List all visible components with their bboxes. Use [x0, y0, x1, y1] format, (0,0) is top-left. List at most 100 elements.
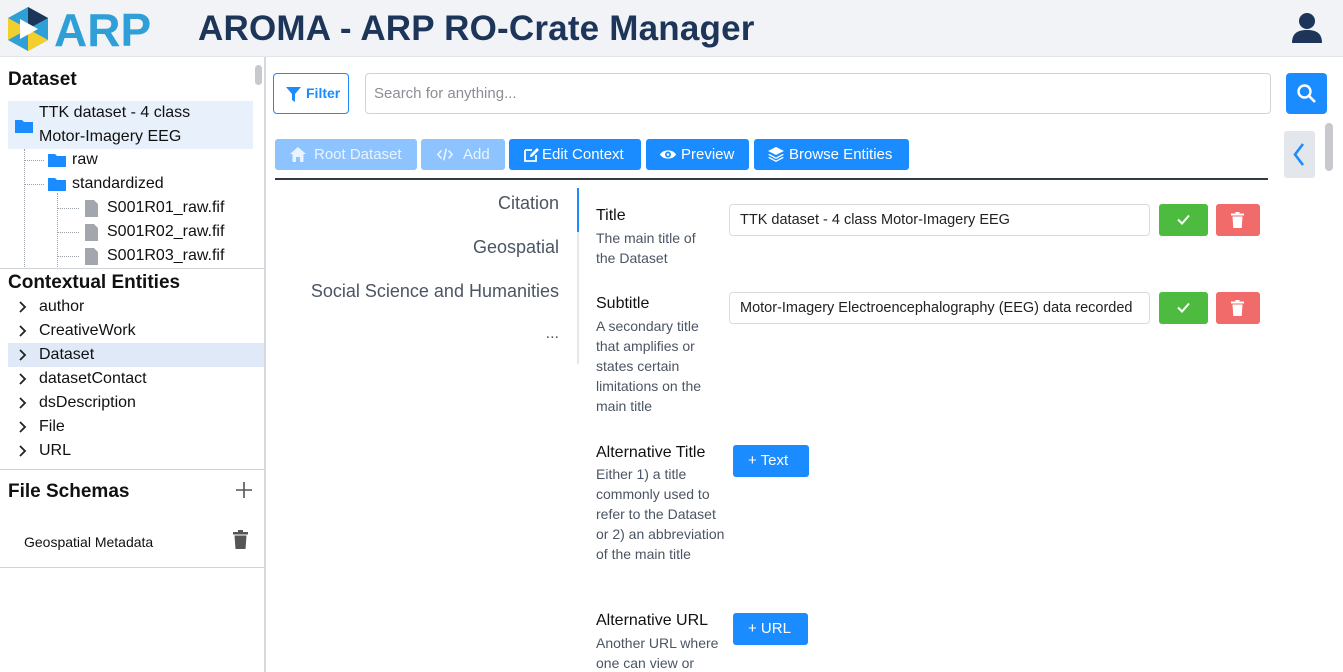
entity-group-label: dsDescription: [39, 394, 136, 411]
entity-group-label: datasetContact: [39, 370, 147, 387]
title-save-button[interactable]: [1159, 204, 1208, 236]
browse-entities-label: Browse Entities: [789, 146, 893, 163]
entity-group-creativework[interactable]: CreativeWork: [8, 319, 264, 343]
tree-folder-label: raw: [72, 151, 98, 168]
file-icon: [85, 224, 98, 241]
entity-group-label: author: [39, 298, 85, 315]
root-dataset-button[interactable]: Root Dataset: [275, 139, 417, 170]
tree-guide: [24, 149, 25, 268]
entity-group-label: CreativeWork: [39, 322, 136, 339]
entity-group-file[interactable]: File: [8, 415, 264, 439]
arp-logo[interactable]: ARP: [6, 6, 186, 52]
subtitle-field-label: Subtitle: [596, 295, 650, 312]
user-account-icon[interactable]: [1290, 11, 1324, 45]
tree-guide: [57, 256, 79, 257]
category-more[interactable]: ...: [546, 325, 559, 343]
tree-guide: [57, 232, 79, 233]
file-icon: [85, 200, 98, 217]
add-url-label: + URL: [748, 620, 791, 637]
trash-icon: [1231, 212, 1244, 228]
preview-label: Preview: [681, 146, 735, 163]
tree-root-label-line2: Motor-Imagery EEG: [39, 128, 182, 145]
app-title: AROMA - ARP RO-Crate Manager: [198, 9, 755, 48]
tree-guide: [24, 160, 44, 161]
entity-group-url[interactable]: URL: [8, 439, 264, 463]
tree-guide: [24, 184, 44, 185]
add-schema-icon[interactable]: [236, 482, 252, 498]
chevron-right-icon: [19, 349, 27, 361]
entity-group-dsdescription[interactable]: dsDescription: [8, 391, 264, 415]
add-text-button[interactable]: + Text: [733, 445, 809, 477]
subtitle-input[interactable]: [729, 292, 1150, 324]
content-scrollbar[interactable]: [1325, 123, 1333, 171]
chevron-right-icon: [19, 445, 27, 457]
subtitle-field-description: A secondary title that amplifies or stat…: [596, 318, 702, 414]
entity-group-label: File: [39, 418, 65, 435]
tree-guide: [57, 193, 58, 268]
tree-file-label: S001R01_raw.fif: [107, 199, 225, 216]
alt-url-field-description: Another URL where one can view or: [596, 635, 719, 671]
tree-root-label-line1: TTK dataset - 4 class: [39, 104, 191, 121]
search-input[interactable]: [365, 73, 1271, 114]
dataset-tree-panel: Dataset TTK dataset - 4 class Motor-Imag…: [0, 57, 264, 269]
entities-panel-title: Contextual Entities: [8, 272, 181, 293]
app-header: ARP AROMA - ARP RO-Crate Manager: [0, 0, 1343, 57]
add-text-label: + Text: [748, 452, 789, 469]
file-icon: [85, 248, 98, 265]
tree-scrollbar[interactable]: [255, 65, 262, 85]
entity-group-dataset[interactable]: Dataset: [8, 343, 264, 367]
filter-button-label: Filter: [306, 85, 341, 101]
category-citation[interactable]: Citation: [498, 193, 559, 214]
trash-icon: [1231, 300, 1244, 316]
toolbar-divider: [275, 178, 1268, 180]
title-delete-button[interactable]: [1216, 204, 1260, 236]
edit-context-button[interactable]: Edit Context: [509, 139, 641, 170]
layers-icon: [768, 147, 784, 162]
folder-icon: [15, 120, 33, 133]
title-input[interactable]: [729, 204, 1150, 236]
tree-folder-label: standardized: [72, 175, 164, 192]
dataset-panel-title: Dataset: [8, 69, 77, 90]
collapse-panel-button[interactable]: [1284, 131, 1315, 178]
folder-icon: [48, 154, 66, 167]
add-url-button[interactable]: + URL: [733, 613, 808, 645]
search-button[interactable]: [1286, 73, 1327, 114]
add-button-label: Add: [463, 146, 490, 163]
title-field-label: Title: [596, 207, 626, 224]
code-icon: [437, 148, 453, 161]
entity-group-author[interactable]: author: [8, 295, 264, 319]
category-rail-active: [577, 188, 579, 232]
entity-group-label: Dataset: [39, 346, 95, 363]
alt-title-field-description: Either 1) a title commonly used to refer…: [596, 466, 725, 562]
alt-url-field-label: Alternative URL: [596, 612, 709, 629]
left-sidebar: Dataset TTK dataset - 4 class Motor-Imag…: [0, 57, 266, 672]
preview-button[interactable]: Preview: [646, 139, 749, 170]
chevron-left-icon: [1293, 143, 1305, 166]
entity-group-label: URL: [39, 442, 72, 459]
logo-text: ARP: [54, 6, 151, 52]
filter-icon: [286, 87, 301, 102]
filter-button[interactable]: Filter: [273, 73, 349, 114]
edit-icon: [524, 148, 539, 162]
search-icon: [1297, 84, 1316, 103]
check-icon: [1177, 302, 1190, 313]
schemas-panel-title: File Schemas: [8, 481, 130, 502]
subtitle-save-button[interactable]: [1159, 292, 1208, 324]
browse-entities-button[interactable]: Browse Entities: [754, 139, 909, 170]
tree-root-dataset[interactable]: TTK dataset - 4 class Motor-Imagery EEG: [8, 101, 253, 149]
category-geospatial[interactable]: Geospatial: [473, 237, 559, 258]
category-social-science[interactable]: Social Science and Humanities: [311, 281, 559, 302]
delete-schema-icon[interactable]: [233, 530, 248, 549]
subtitle-delete-button[interactable]: [1216, 292, 1260, 324]
add-button[interactable]: Add: [421, 139, 505, 170]
chevron-right-icon: [19, 373, 27, 385]
chevron-right-icon: [19, 397, 27, 409]
schema-item[interactable]: Geospatial Metadata: [24, 534, 153, 550]
edit-context-label: Edit Context: [542, 146, 624, 163]
file-schemas-panel: File Schemas Geospatial Metadata: [0, 471, 264, 568]
folder-icon: [48, 178, 66, 191]
entity-group-datasetcontact[interactable]: datasetContact: [8, 367, 264, 391]
title-field-description: The main title of the Dataset: [596, 230, 696, 266]
alt-title-field-label: Alternative Title: [596, 444, 706, 461]
chevron-right-icon: [19, 301, 27, 313]
